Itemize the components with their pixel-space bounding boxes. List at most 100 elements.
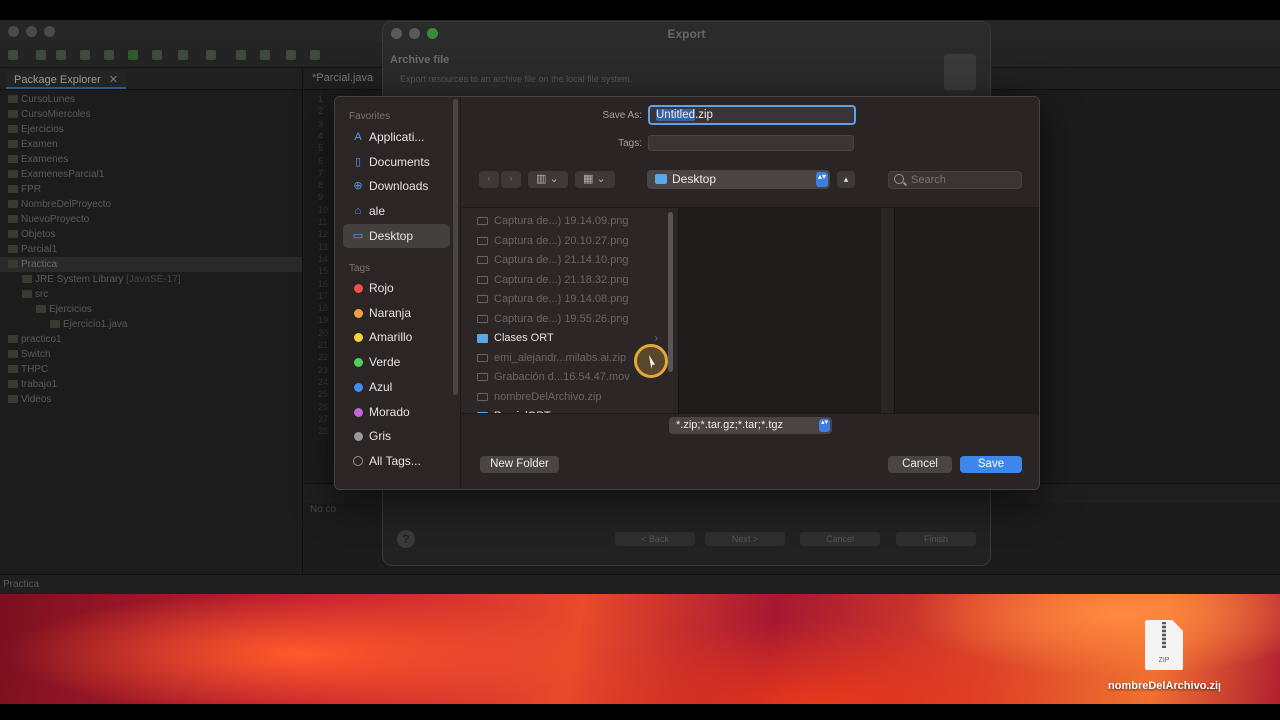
cancel-button[interactable]: Cancel [888,456,952,473]
debug-icon[interactable] [104,50,114,60]
location-popup[interactable]: Desktop ▴▾ [647,170,830,189]
tree-item[interactable]: Parcial1 [0,242,302,257]
project-folder-icon [8,110,18,118]
tag-item-morado[interactable]: Morado [343,400,450,424]
view-mode-button[interactable]: ▥ ⌄ [528,171,568,188]
sidebar-item-ale[interactable]: ⌂ ale [343,199,450,223]
terminal-icon[interactable] [80,50,90,60]
file-item[interactable]: Captura de...) 19.55.26.png [474,310,664,329]
tree-item[interactable]: trabajo1 [0,377,302,392]
sidebar-item-downloads[interactable]: ⊕ Downloads [343,174,450,198]
desktop-zip-file[interactable]: ZIP nombreDelArchivo.zip [1108,620,1220,706]
file-format-popup[interactable]: *.zip;*.tar.gz;*.tar;*.tgz ▴▾ [669,417,832,434]
tags-field[interactable] [648,135,854,151]
tree-item[interactable]: Ejercicio1.java [0,317,302,332]
file-item[interactable]: Captura de...) 19.14.08.png [474,290,664,309]
tree-item[interactable]: CursoLunes [0,92,302,107]
folder-item[interactable]: Clases ORT › [474,329,664,348]
new-package-icon[interactable] [236,50,246,60]
project-folder-icon [8,140,18,148]
tree-item[interactable]: NombreDelProyecto [0,197,302,212]
minimize-window-icon[interactable] [26,26,37,37]
zoom-dialog-icon[interactable] [427,28,438,39]
group-mode-button[interactable]: ▦ ⌄ [575,171,615,188]
save-as-field[interactable]: Untitled.zip [648,105,856,125]
file-name: Grabación d...16.54.47.mov [494,371,630,383]
run-icon[interactable] [128,50,138,60]
tab-package-explorer[interactable]: Package Explorer ✕ [6,71,127,89]
close-dialog-icon[interactable] [391,28,402,39]
sidebar-item-applicati[interactable]: A Applicati... [343,125,450,149]
save-icon[interactable] [36,50,46,60]
folder-item[interactable]: ParcialORT › [474,407,664,413]
search-input[interactable]: Search [888,171,1022,189]
minimize-dialog-icon[interactable] [409,28,420,39]
file-item[interactable]: nombreDelArchivo.zip [474,388,664,407]
tree-item[interactable]: practico1 [0,332,302,347]
coverage-icon[interactable] [152,50,162,60]
save-button[interactable]: Save [960,456,1022,473]
wizard-cancel-button[interactable]: Cancel [800,532,880,546]
tab-parcial-java[interactable]: *Parcial.java [312,72,373,84]
finish-button[interactable]: Finish [896,532,976,546]
package-tree: CursoLunes CursoMiercoles Ejercicios Examen… [0,90,302,407]
file-name: emi_alejandr...milabs.ai.zip [494,351,627,364]
project-folder-icon [8,185,18,193]
tree-item[interactable]: JRE System Library [JavaSE-17] [0,272,302,287]
line-number: 26 [318,401,329,412]
search-tool-icon[interactable] [310,50,320,60]
back-nav-button[interactable]: ‹ [479,171,499,188]
tree-item[interactable]: Switch [0,347,302,362]
tag-item-all-tags[interactable]: All Tags... [343,449,450,473]
tree-item[interactable]: Practica [0,257,302,272]
external-tools-icon[interactable] [178,50,188,60]
save-main-area: Save As: Untitled.zip Tags: ‹ › ▥ ⌄ ▦ ⌄ … [462,97,1039,489]
close-window-icon[interactable] [8,26,19,37]
tree-item[interactable]: Ejercicios [0,122,302,137]
tree-item[interactable]: CursoMiercoles [0,107,302,122]
tree-item[interactable]: FPR [0,182,302,197]
tree-item[interactable]: Ejercicios [0,302,302,317]
tree-item[interactable]: Objetos [0,227,302,242]
tree-item[interactable]: Videos [0,392,302,407]
file-item[interactable]: Captura de...) 20.10.27.png [474,232,664,251]
tag-item-amarillo[interactable]: Amarillo [343,325,450,349]
open-type-icon[interactable] [286,50,296,60]
sidebar-item-desktop[interactable]: ▭ Desktop [343,223,450,248]
tag-label: Azul [369,379,393,394]
tree-item[interactable]: src [0,287,302,302]
save-all-icon[interactable] [56,50,66,60]
close-icon[interactable]: ✕ [109,74,118,86]
zoom-window-icon[interactable] [44,26,55,37]
tag-item-naranja[interactable]: Naranja [343,301,450,325]
tree-item[interactable]: THPC [0,362,302,377]
tag-item-azul[interactable]: Azul [343,375,450,399]
tree-item[interactable]: NuevoProyecto [0,212,302,227]
forward-nav-button[interactable]: › [501,171,521,188]
tree-item[interactable]: Examen [0,137,302,152]
tag-item-gris[interactable]: Gris [343,424,450,448]
new-java-project-icon[interactable] [206,50,216,60]
sidebar-scrollbar[interactable] [453,99,458,395]
chevron-right-icon: › [655,407,658,413]
tag-label: Naranja [369,305,412,320]
next-button[interactable]: Next > [705,532,785,546]
new-icon[interactable] [8,50,18,60]
collapse-dialog-button[interactable]: ▴ [837,171,855,188]
tree-item[interactable]: Examenes [0,152,302,167]
file-icon [477,314,488,323]
file-item[interactable]: Captura de...) 21.14.10.png [474,251,664,270]
new-class-icon[interactable] [260,50,270,60]
line-number: 12 [318,229,329,240]
file-item[interactable]: Captura de...) 21.18.32.png [474,271,664,290]
file-item[interactable]: Grabación d...16.54.47.mov [474,368,664,387]
tree-item[interactable]: ExamenesParcial1 [0,167,302,182]
new-folder-button[interactable]: New Folder [480,456,559,473]
back-button[interactable]: < Back [615,532,695,546]
sidebar-item-documents[interactable]: ▯ Documents [343,150,450,174]
file-list-scrollbar[interactable] [668,212,673,372]
tag-item-rojo[interactable]: Rojo [343,276,450,300]
file-item[interactable]: Captura de...) 19.14.09.png [474,212,664,231]
tag-item-verde[interactable]: Verde [343,350,450,374]
help-icon[interactable]: ? [397,530,415,548]
